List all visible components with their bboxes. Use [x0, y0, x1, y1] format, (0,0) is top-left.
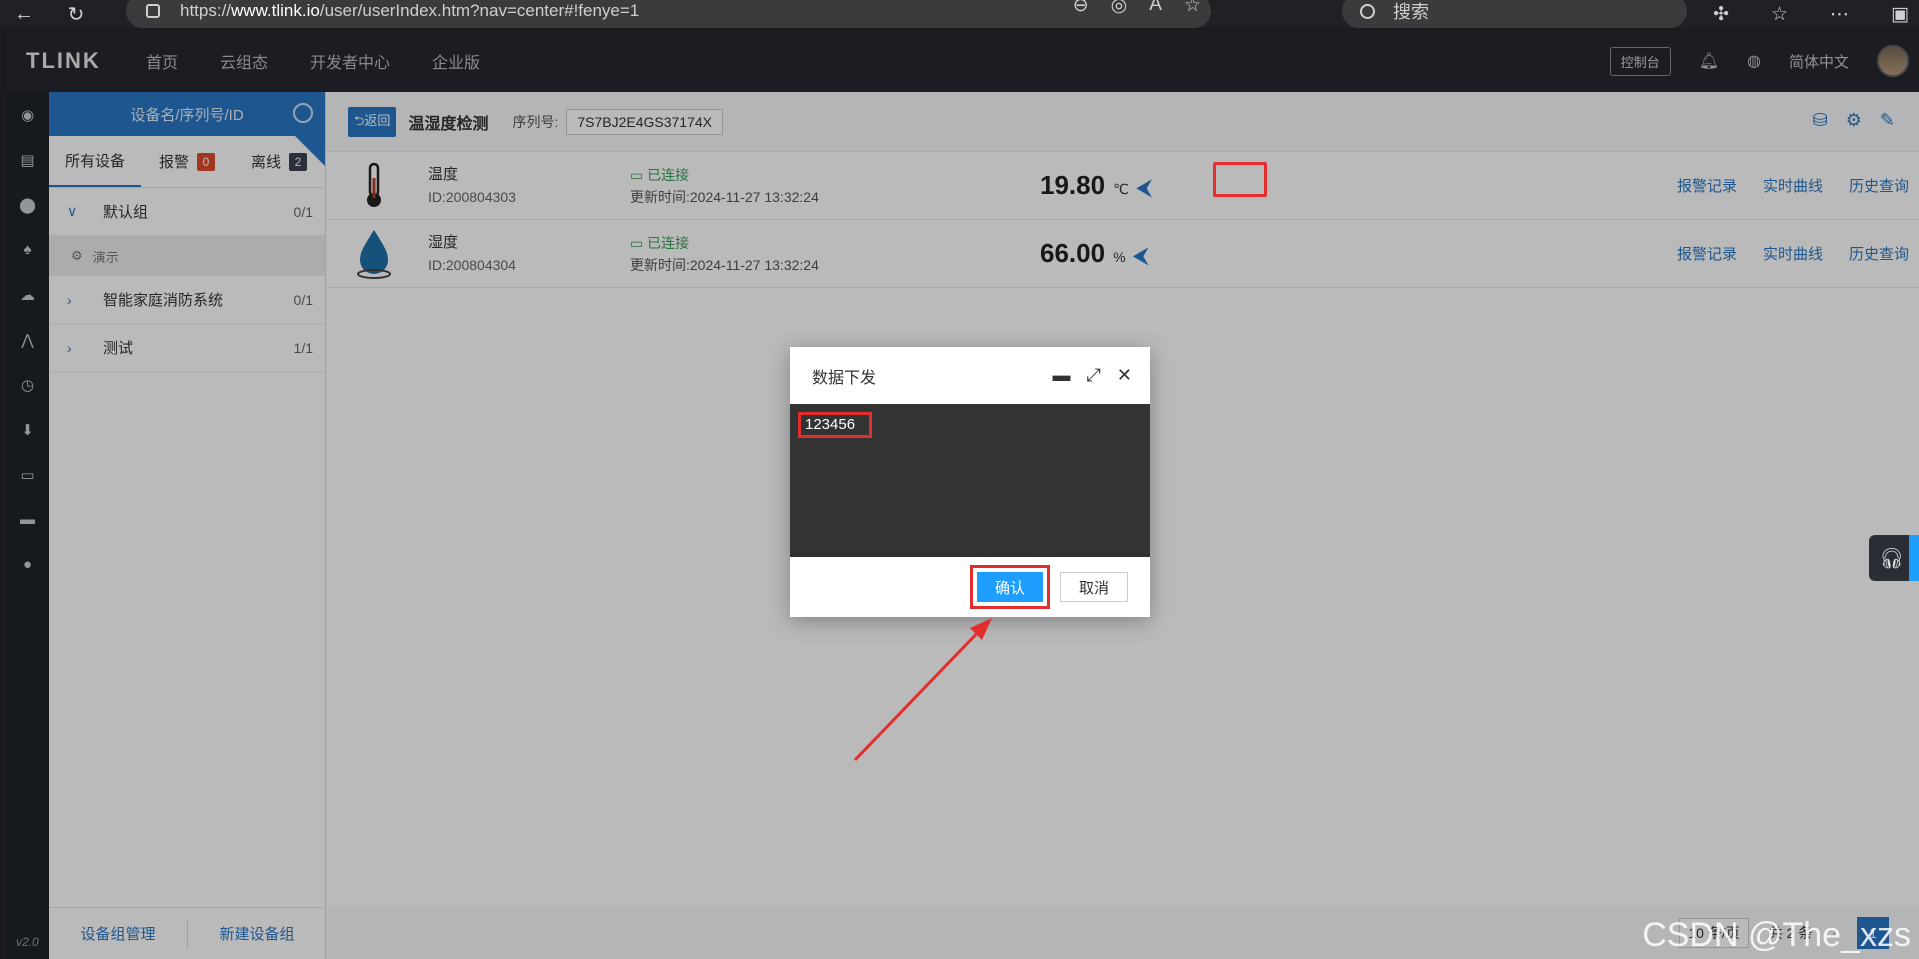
watermark: CSDN @The_xzs — [1642, 916, 1911, 954]
refresh-icon[interactable]: ↻ — [62, 0, 90, 28]
back-arrow-icon[interactable]: ← — [10, 0, 38, 28]
url-path: /user/userIndex.htm?nav=center#!fenye=1 — [319, 1, 640, 20]
cancel-button[interactable]: 取消 — [1060, 572, 1128, 602]
dialog-title: 数据下发 — [812, 369, 877, 387]
extensions-icon[interactable]: ✣ — [1713, 3, 1729, 26]
read-aloud-icon[interactable]: A — [1149, 0, 1162, 17]
edge-icon[interactable]: ◎ — [1111, 0, 1128, 17]
sidebar-toggle-icon[interactable]: ▣ — [1891, 3, 1909, 26]
close-icon[interactable]: ✕ — [1117, 365, 1132, 386]
headset-icon: 🎧︎ — [1879, 547, 1905, 570]
url-prefix: https:// — [180, 1, 232, 20]
more-icon[interactable]: ⋯ — [1830, 3, 1849, 26]
widget-tab — [1909, 535, 1919, 581]
url-domain: www.tlink.io — [231, 1, 320, 20]
favorites-icon[interactable]: ☆ — [1771, 3, 1788, 26]
dialog-body: 123456 — [790, 404, 1150, 557]
browser-search[interactable]: 搜索 — [1342, 0, 1687, 28]
data-input[interactable]: 123456 — [798, 412, 872, 438]
search-icon — [1360, 3, 1375, 19]
customer-service-widget[interactable]: 🎧︎ — [1869, 535, 1919, 581]
confirm-button[interactable]: 确认 — [977, 572, 1043, 602]
browser-toolbar: ← ↻ https://www.tlink.io/user/userIndex.… — [0, 0, 1919, 28]
confirm-highlight: 确认 — [970, 565, 1050, 609]
address-bar[interactable]: https://www.tlink.io/user/userIndex.htm?… — [126, 0, 1211, 28]
zoom-out-icon[interactable]: ⊖ — [1073, 0, 1089, 17]
minimize-icon[interactable]: ▬ — [1053, 365, 1071, 386]
maximize-icon[interactable]: ⤢ — [1087, 365, 1101, 386]
browser-search-placeholder: 搜索 — [1393, 2, 1429, 22]
favorite-star-icon[interactable]: ☆ — [1184, 0, 1201, 17]
send-data-dialog: 数据下发 ▬ ⤢ ✕ 123456 确认 取消 — [790, 347, 1150, 617]
highlight-box-send — [1213, 162, 1267, 197]
lock-icon — [146, 4, 160, 18]
